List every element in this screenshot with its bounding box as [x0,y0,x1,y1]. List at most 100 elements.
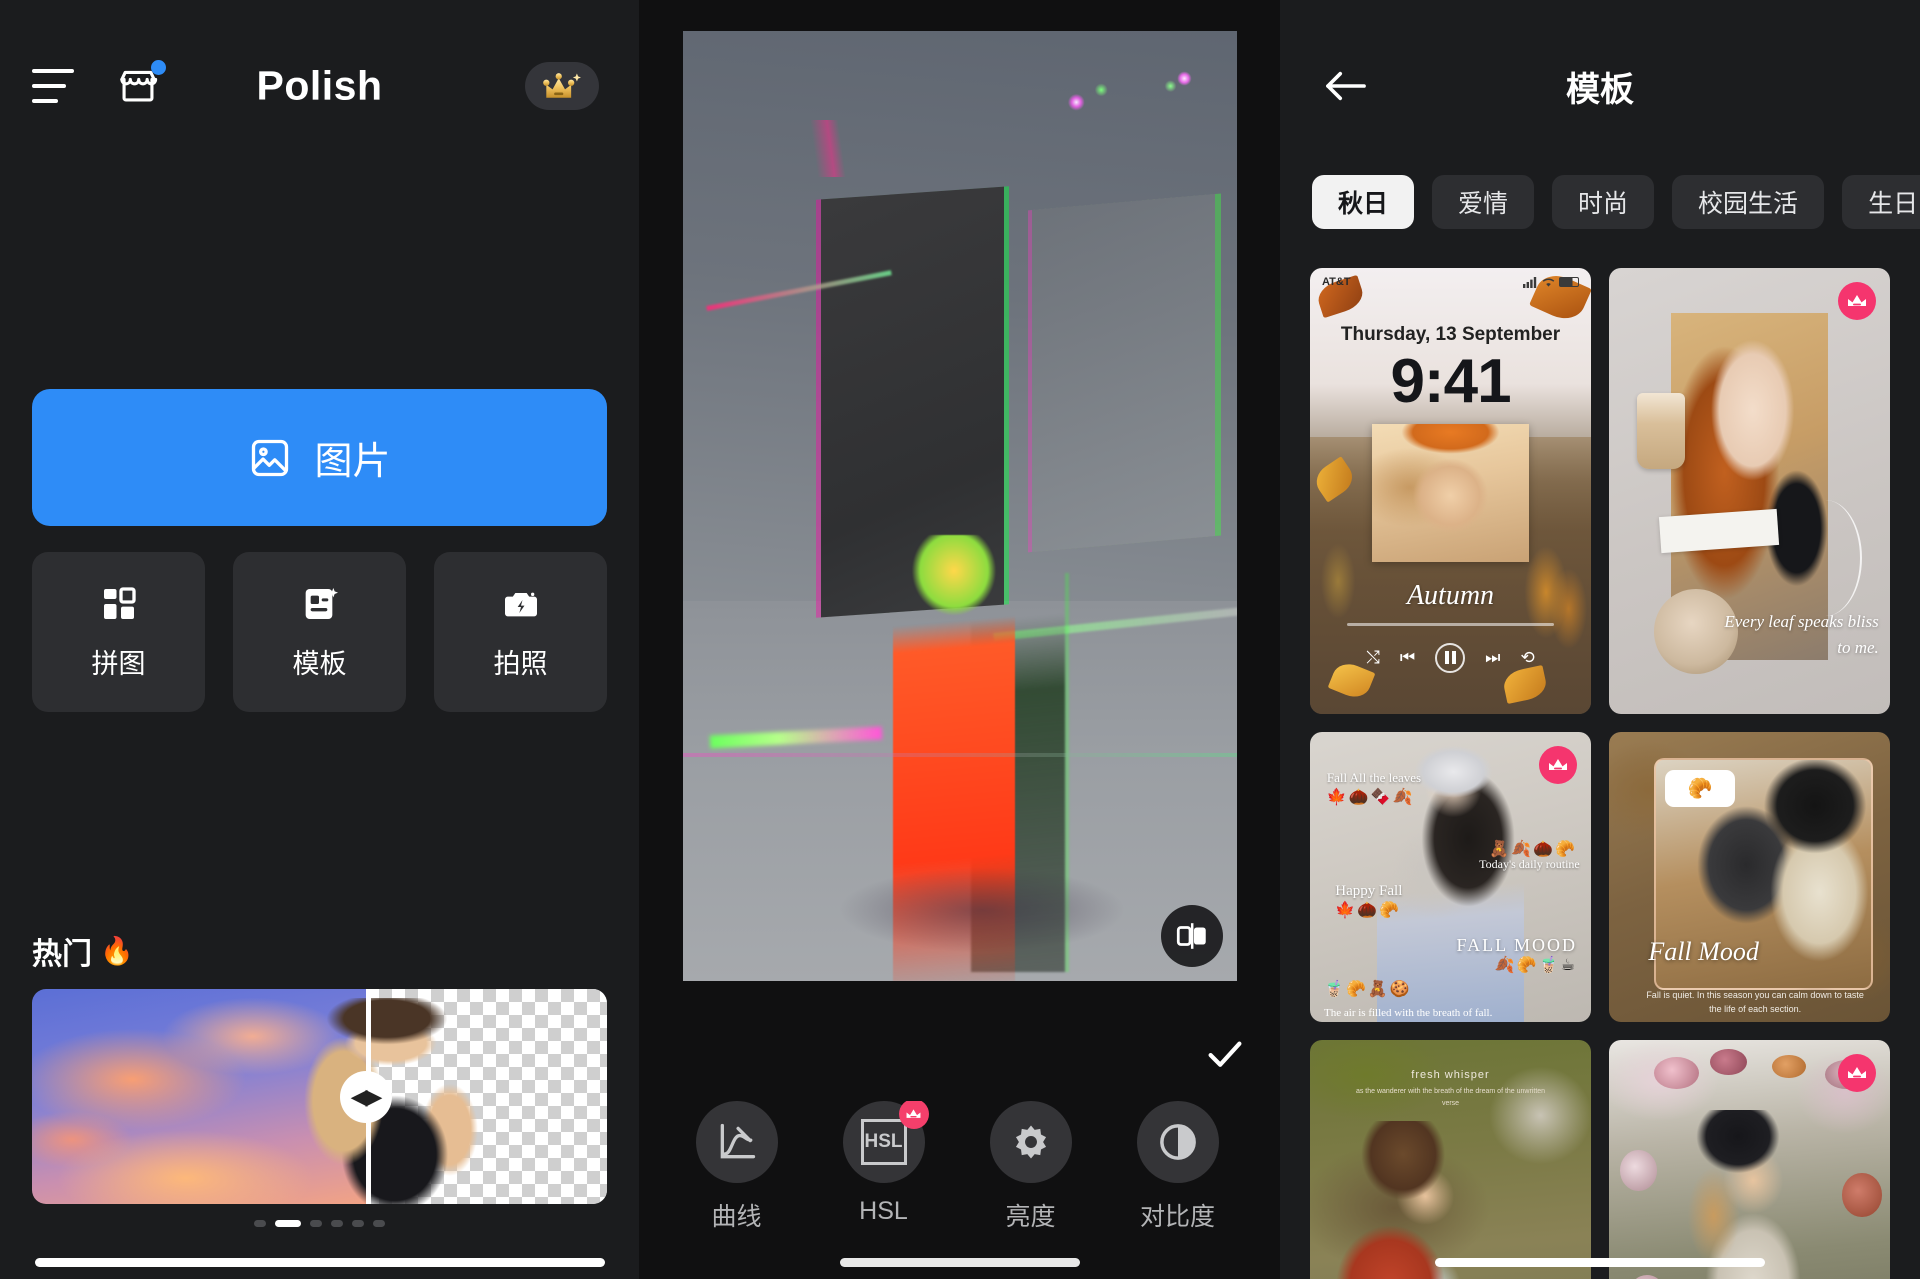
editor-tab-bar: 滤镜 Glitch 调节 [639,1012,1883,1096]
hamburger-line [32,69,74,73]
battery-icon [1559,277,1579,287]
hot-section: 热门 🔥 ◀▶ [0,929,639,1227]
coffee-cup-decor [1637,392,1685,469]
page-dot[interactable] [352,1220,364,1227]
hamburger-menu-icon[interactable] [32,69,74,103]
camera-icon [504,592,537,616]
template-tile-label: 模板 [292,648,347,679]
page-dot[interactable] [331,1220,343,1227]
flower-decor [1842,1173,1882,1217]
hot-banner-card[interactable]: ◀▶ [32,989,607,1204]
flower-decor [1710,1048,1747,1075]
category-chip-row[interactable]: 秋日 爱情 时尚 校园生活 生日 赛场 [1280,172,1920,232]
template-card-vogue-fall-mood[interactable]: 🥐 Fall Mood Fall is quiet. In this seaso… [1609,732,1890,1022]
store-notification-dot [151,60,166,75]
hsl-icon: HSL [860,1119,907,1165]
collage-tile-label: 拼图 [91,648,146,679]
curves-icon [720,1123,755,1159]
chip-autumn[interactable]: 秋日 [1312,175,1415,229]
banner-compare-handle[interactable]: ◀▶ [339,1070,392,1123]
tool-temperature[interactable]: 色温 [1267,1101,1280,1233]
crown-icon [543,73,581,98]
curves-icon-circle [695,1101,778,1183]
pause-icon [1435,642,1466,673]
brightness-icon [1015,1125,1046,1159]
edited-photo[interactable] [682,31,1237,981]
flower-decor [1771,1054,1806,1078]
card-emoji-3: 🍁🌰🥐 [1335,902,1402,920]
compare-toggle-button[interactable] [1160,905,1223,967]
template-card-mirror-selfie[interactable]: Fall All the leaves 🍁🌰🍫🍂 🧸🍂🌰🥐 Today's da… [1310,732,1591,1022]
template-card-redhead-collage[interactable]: Every leaf speaks bliss to me. [1609,268,1890,714]
page-title: 模板 [1566,70,1634,109]
hamburger-line [32,99,58,103]
templates-panel: 模板 秋日 爱情 时尚 校园生活 生日 赛场 AT&T [1280,0,1920,1279]
card-headline: Fall Mood [1648,936,1759,966]
crown-icon [1848,1067,1866,1078]
contrast-icon-circle [1136,1101,1219,1183]
hot-section-header: 热门 🔥 [0,929,639,973]
vip-badge-icon [898,1101,929,1129]
signal-icon [1523,276,1537,288]
editor-panel: 滤镜 Glitch 调节 曲线 [639,0,1883,1279]
fire-icon: 🔥 [100,936,134,966]
home-body: 图片 拼图 模板 拍照 [0,389,639,712]
chip-campus-life[interactable]: 校园生活 [1672,175,1825,229]
hsl-icon-circle: HSL [842,1101,929,1183]
template-card-boy-autumn[interactable]: fresh whisper as the wanderer with the b… [1310,1040,1591,1279]
card-emoji-5: 🧋🥐🧸🍪 [1324,980,1412,998]
chip-fashion[interactable]: 时尚 [1552,175,1655,229]
photo-glitch-overlay [682,31,1237,981]
chip-birthday[interactable]: 生日 [1842,175,1920,229]
lockscreen-date: Thursday, 13 September [1340,324,1561,345]
shuffle-icon: ⤭ [1366,647,1380,667]
home-panel: Polish 图片 拼图 模板 拍照 热门 🔥 ◀▶ [0,0,639,1279]
hot-section-title: 热门 [29,929,92,973]
template-icon [305,587,338,619]
player-controls: ⤭ ⏮ ⏭ ⟲ [1310,642,1591,673]
page-dot-active[interactable] [275,1220,301,1227]
card-emoji-4: 🍂🥐🧋☕ [1494,957,1577,975]
templates-header: 模板 [1280,0,1920,172]
collage-tile[interactable]: 拼图 [32,552,205,712]
lockscreen-clock: 9:41 [1390,347,1511,416]
pick-image-button[interactable]: 图片 [32,389,607,526]
banner-page-indicator[interactable] [0,1220,639,1227]
card-title: fresh whisper [1411,1069,1490,1081]
template-tile[interactable]: 模板 [233,552,406,712]
tool-hsl[interactable]: HSL HSL [826,1101,941,1233]
page-dot[interactable] [373,1220,385,1227]
home-tile-row: 拼图 模板 拍照 [32,552,607,712]
crown-icon [1549,759,1567,770]
brightness-icon-circle [989,1101,1072,1183]
app-root: Polish 图片 拼图 模板 拍照 热门 🔥 ◀▶ 曲线 HSL HSL 亮度… [0,0,1920,1279]
template-grid: AT&T Thursday, 13 September 9:41 Autumn … [1280,268,1920,1279]
card-script-text: Autumn [1327,1271,1451,1279]
tool-contrast[interactable]: 对比度 [1120,1101,1235,1233]
chip-love[interactable]: 爱情 [1432,175,1535,229]
vip-crown-button[interactable] [525,62,599,110]
card-text-4: FALL MOOD [1456,935,1577,955]
template-card-autumn-lockscreen[interactable]: AT&T Thursday, 13 September 9:41 Autumn … [1310,268,1591,714]
emoji-bubble-decor: 🥐 [1665,769,1736,808]
image-icon [252,439,289,476]
page-dot[interactable] [254,1220,266,1227]
tool-brightness[interactable]: 亮度 [973,1101,1088,1233]
next-icon: ⏭ [1485,647,1501,667]
pick-image-label: 图片 [314,441,391,483]
card-text-3: Happy Fall [1335,882,1403,899]
card-text-1: Fall All the leaves [1326,769,1422,785]
tool-curves[interactable]: 曲线 [679,1101,794,1233]
repeat-icon: ⟲ [1520,647,1535,667]
store-icon[interactable] [114,60,166,110]
camera-tile[interactable]: 拍照 [434,552,607,712]
tool-curves-label: 曲线 [711,1203,762,1231]
page-dot[interactable] [310,1220,322,1227]
card-caption: Fall is quiet. In this season you can ca… [1646,990,1864,1014]
collage-icon [103,586,136,619]
template-card-beret-flowers[interactable] [1609,1040,1890,1279]
templates-home-indicator [1435,1258,1765,1267]
flower-decor [1653,1057,1699,1090]
confirm-button[interactable] [1202,1031,1248,1077]
song-progress-bar [1346,622,1555,626]
